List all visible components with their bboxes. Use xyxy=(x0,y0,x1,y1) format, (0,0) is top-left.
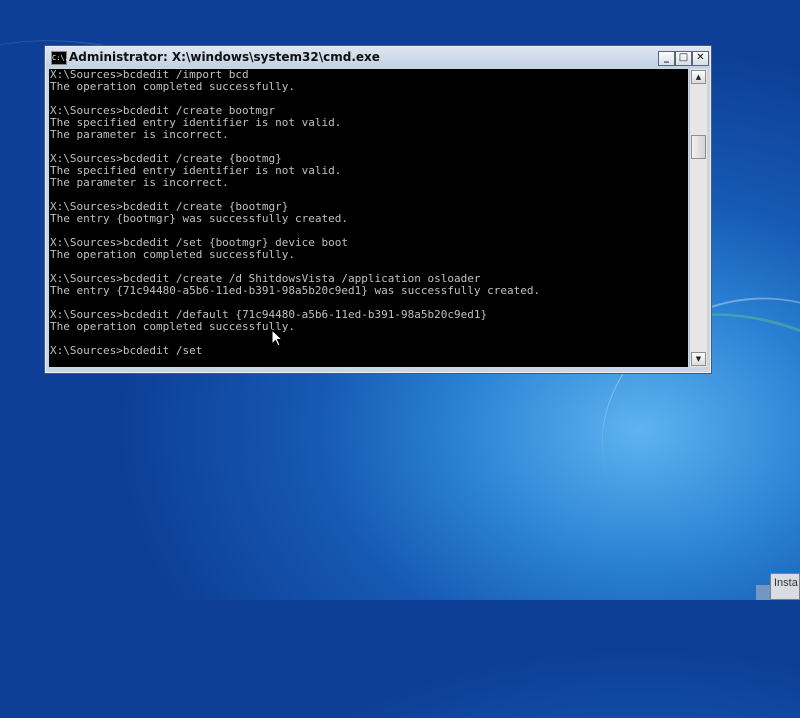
scroll-thumb[interactable] xyxy=(691,135,706,159)
maximize-button[interactable]: □ xyxy=(675,51,692,66)
vertical-scrollbar[interactable]: ▲ ▼ xyxy=(689,69,707,367)
scroll-up-button[interactable]: ▲ xyxy=(691,70,706,84)
cmd-icon[interactable]: C:\. xyxy=(51,51,69,65)
minimize-button[interactable]: _ xyxy=(658,51,675,66)
window-title: Administrator: X:\windows\system32\cmd.e… xyxy=(69,50,380,64)
close-button[interactable]: ✕ xyxy=(692,51,709,66)
window-titlebar[interactable]: C:\. Administrator: X:\windows\system32\… xyxy=(46,47,710,68)
cmd-window[interactable]: C:\. Administrator: X:\windows\system32\… xyxy=(44,45,712,374)
scroll-down-button[interactable]: ▼ xyxy=(691,352,706,366)
console-text: X:\Sources>bcdedit /import bcd The opera… xyxy=(50,69,541,357)
console-output[interactable]: X:\Sources>bcdedit /import bcd The opera… xyxy=(49,69,688,367)
mouse-pointer-icon xyxy=(271,329,283,347)
install-button[interactable]: Insta xyxy=(770,573,800,600)
